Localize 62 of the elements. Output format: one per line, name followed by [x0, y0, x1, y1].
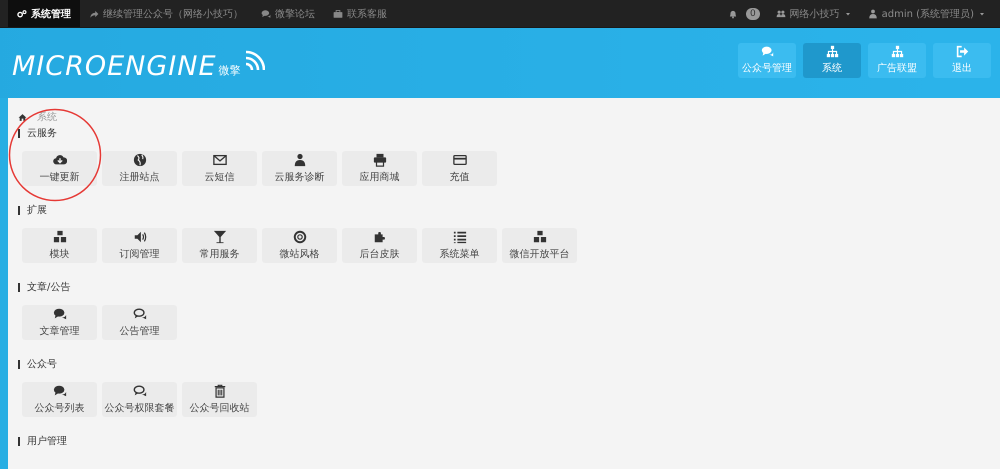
cloud-download-icon: [52, 153, 66, 167]
tile-button[interactable]: 文章管理: [22, 305, 97, 340]
top-nav-item[interactable]: 微擎论坛: [252, 0, 324, 27]
user-icon: [868, 8, 878, 18]
glass-icon: [212, 230, 226, 244]
sitemap-icon: [826, 45, 838, 58]
tile-button[interactable]: 订阅管理: [102, 228, 177, 263]
speaker-icon: [132, 230, 146, 244]
bell-icon: [728, 8, 738, 18]
cubes-icon: [52, 230, 66, 244]
tile-button[interactable]: 微站风格: [262, 228, 337, 263]
chat-icon: [52, 307, 66, 321]
tile-button[interactable]: 公告管理: [102, 305, 177, 340]
tile-button[interactable]: 模块: [22, 228, 97, 263]
section-title: 公众号: [27, 358, 57, 371]
envelope-icon: [212, 153, 226, 167]
chat-icon: [52, 384, 66, 398]
section-title: 扩展: [27, 204, 47, 217]
tile-button[interactable]: 常用服务: [182, 228, 257, 263]
tile-button[interactable]: 公众号权限套餐: [102, 382, 177, 417]
top-nav-item[interactable]: 系统管理: [8, 0, 80, 27]
logo-subtitle: 微擎: [218, 63, 241, 78]
tile-button[interactable]: 注册站点: [102, 151, 177, 186]
lifebuoy-icon: [292, 230, 306, 244]
globe-icon: [132, 153, 146, 167]
section-title: 文章/公告: [27, 280, 70, 294]
section-title: 用户管理: [27, 434, 67, 448]
top-nav-item[interactable]: 联系客服: [324, 0, 396, 27]
list-icon: [452, 230, 466, 244]
sign-out-icon: [956, 45, 968, 58]
logo-text: MICROENGINE: [12, 53, 217, 80]
user-menu[interactable]: admin (系统管理员): [860, 0, 994, 27]
sitemap-icon: [890, 45, 904, 58]
trash-icon: [212, 384, 226, 398]
notification-badge: 0: [746, 8, 760, 20]
top-nav-item[interactable]: 继续管理公众号（网络小技巧）: [80, 0, 252, 27]
tile-button[interactable]: 云短信: [182, 151, 257, 186]
tile-button[interactable]: 公众号回收站: [182, 382, 257, 417]
chat-icon: [261, 8, 271, 18]
notifications-button[interactable]: 0: [720, 0, 768, 27]
tile-button[interactable]: 充值: [422, 151, 497, 186]
puzzle-icon: [372, 230, 386, 244]
chat-icon: [132, 307, 146, 321]
briefcase-icon: [333, 8, 343, 18]
section-title: 云服务: [27, 127, 57, 140]
account-menu[interactable]: 网络小技巧: [768, 0, 860, 27]
tile-button[interactable]: 公众号列表: [22, 382, 97, 417]
tile-button[interactable]: 应用商城: [342, 151, 417, 186]
printer-icon: [372, 153, 386, 167]
tile-button[interactable]: 微信开放平台: [502, 228, 577, 263]
users-icon: [776, 8, 786, 18]
tile-button[interactable]: 系统菜单: [422, 228, 497, 263]
chat-icon: [760, 45, 774, 58]
user-icon: [292, 153, 306, 167]
tile-button[interactable]: 云服务诊断: [262, 151, 337, 186]
chat-icon: [132, 384, 146, 398]
credit-card-icon: [452, 153, 466, 167]
cubes-icon: [532, 230, 546, 244]
home-icon: [18, 112, 27, 122]
tile-button[interactable]: 一键更新: [22, 151, 97, 186]
share-icon: [89, 8, 99, 18]
tile-button[interactable]: 后台皮肤: [342, 228, 417, 263]
